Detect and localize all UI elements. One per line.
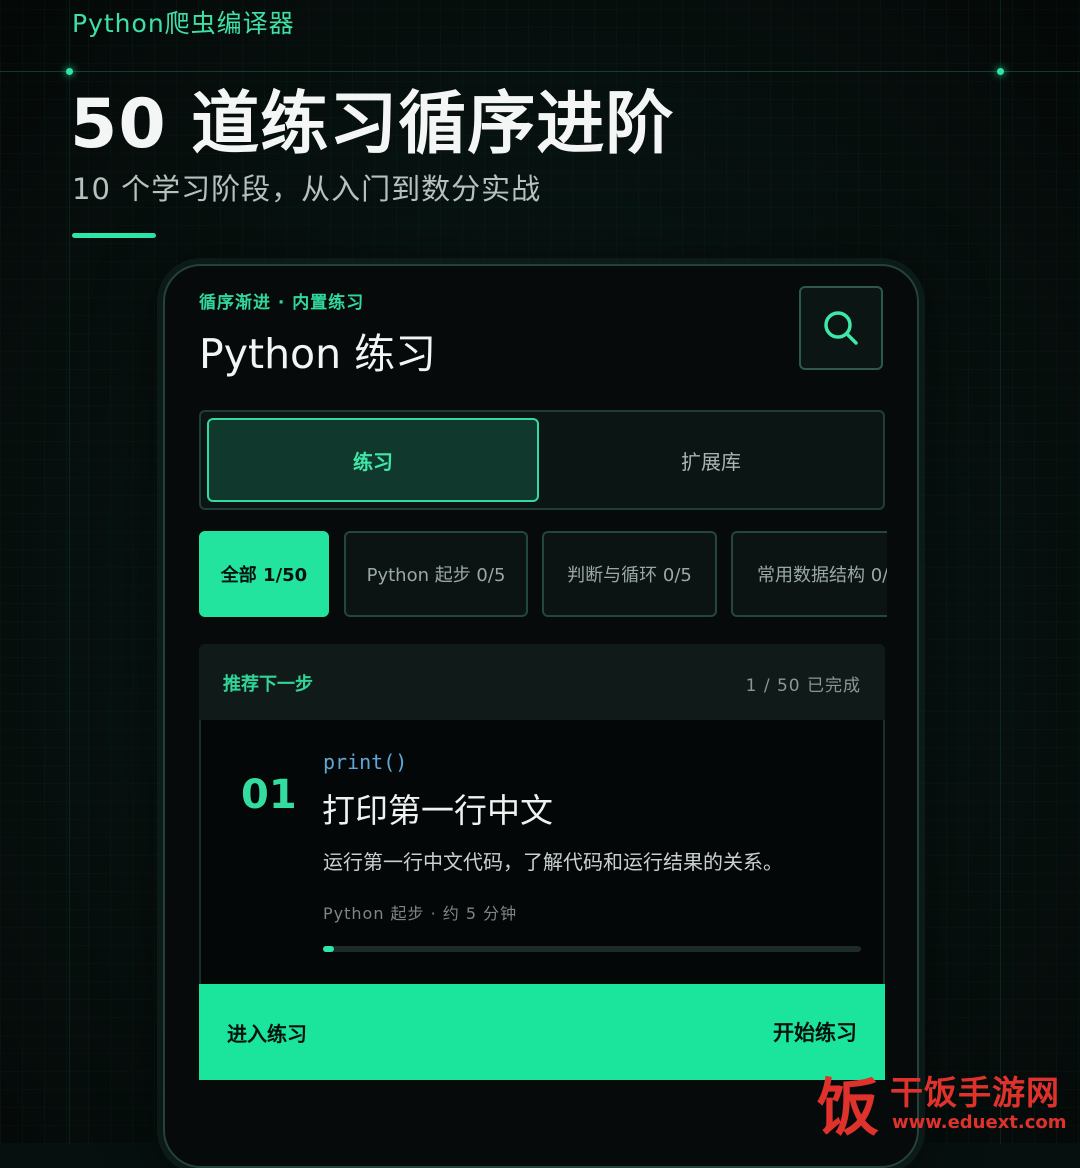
start-practice-button[interactable]: 进入练习 开始练习 <box>199 984 885 1080</box>
app-title: Python 练习 <box>199 330 437 378</box>
page-subtitle: 10 个学习阶段，从入门到数分实战 <box>72 172 542 206</box>
grid-line <box>69 0 70 1144</box>
accent-underline <box>72 233 156 238</box>
app-eyebrow: 循序渐进 · 内置练习 <box>199 293 365 313</box>
start-practice-label: 开始练习 <box>773 1021 857 1045</box>
watermark-name: 干饭手游网 <box>890 1073 1060 1112</box>
exercise-meta: Python 起步 · 约 5 分钟 <box>323 904 518 923</box>
phone-frame: 循序渐进 · 内置练习 Python 练习 练习 扩展库 全部 1/50 Pyt… <box>163 264 919 1168</box>
exercise-number: 01 <box>241 772 297 818</box>
segmented-control: 练习 扩展库 <box>199 410 885 510</box>
enter-practice-label: 进入练习 <box>227 1021 307 1046</box>
watermark-logo: 饭 <box>816 1071 879 1144</box>
glow-dot <box>997 68 1004 75</box>
filter-chip-all[interactable]: 全部 1/50 <box>199 531 329 617</box>
filter-chip-conditions-loops[interactable]: 判断与循环 0/5 <box>542 531 717 617</box>
exercise-card[interactable]: 01 print() 打印第一行中文 运行第一行中文代码，了解代码和运行结果的关… <box>199 720 885 984</box>
watermark: 饭 干饭手游网 www.eduext.com <box>812 1062 1074 1144</box>
completion-count: 1 / 50 已完成 <box>745 676 861 696</box>
search-icon <box>824 311 858 345</box>
progress-bar <box>323 946 861 952</box>
page-title: 50 道练习循序进阶 <box>70 85 675 164</box>
exercise-title: 打印第一行中文 <box>322 791 553 830</box>
recommend-header: 推荐下一步 1 / 50 已完成 <box>199 644 885 720</box>
filter-chip-python-basics[interactable]: Python 起步 0/5 <box>344 531 528 617</box>
exercise-function: print() <box>323 750 408 774</box>
tab-practice[interactable]: 练习 <box>207 418 539 502</box>
exercise-description: 运行第一行中文代码，了解代码和运行结果的关系。 <box>323 850 783 874</box>
recommend-label: 推荐下一步 <box>223 674 313 695</box>
progress-bar-fill <box>323 946 334 952</box>
filter-chip-data-structures[interactable]: 常用数据结构 0/ <box>731 531 887 617</box>
watermark-url: www.eduext.com <box>892 1112 1067 1133</box>
grid-line <box>1000 0 1001 1144</box>
tab-extension-libraries[interactable]: 扩展库 <box>543 418 879 502</box>
search-button[interactable] <box>799 286 883 370</box>
header-eyebrow: Python爬虫编译器 <box>72 9 295 38</box>
